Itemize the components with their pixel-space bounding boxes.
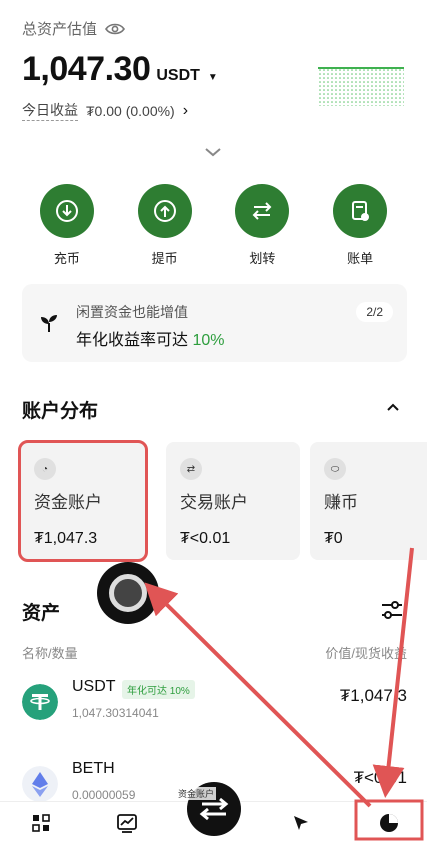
asset-value: ₮<0.01 [353,768,407,787]
deposit-label: 充币 [53,251,80,266]
today-earnings-label: 今日收益 [22,100,78,121]
tab-discover-icon[interactable] [290,812,312,834]
collapse-chevron-icon[interactable] [386,402,400,412]
promo-line1: 闲置资金也能增值 [76,304,188,320]
tab-markets-icon[interactable] [116,812,138,834]
account-value: ₮<0.01 [180,530,231,547]
eye-icon[interactable] [105,22,125,36]
asset-qty: 0.00000059 [72,788,136,802]
asset-symbol: USDT [72,678,116,695]
asset-symbol: BETH [72,760,115,777]
eth-coin-icon [22,766,58,802]
transfer-label: 划转 [249,251,276,266]
promo-highlight: 10% [192,332,225,349]
bill-button[interactable]: 账单 [325,184,395,267]
usdt-coin-icon [22,684,58,720]
account-name: 赚币 [324,493,358,512]
chevron-down-icon[interactable]: ▼ [208,72,218,83]
column-value-pnl: 价值/现货收益 [325,646,407,661]
wallet-icon: ◔ [34,458,56,480]
withdraw-label: 提币 [151,251,178,266]
bill-icon [352,201,370,221]
asset-value: ₮1,047.3 [339,686,407,705]
column-name-qty: 名称/数量 [22,646,78,661]
account-name: 资金账户 [34,493,102,512]
promo-banner[interactable]: 闲置资金也能增值 年化收益率可达 10% 2/2 [22,284,407,362]
total-assets-label: 总资产估值 [22,18,125,39]
balance-value: 1,047.30 [22,50,151,88]
trade-swap-icon [199,797,229,821]
apy-badge: 年化可达 10% [122,680,195,699]
filter-sliders-icon[interactable] [380,600,404,620]
today-earnings[interactable]: 今日收益 ₮0.00 (0.00%) › [22,100,188,121]
transfer-icon [252,202,272,220]
tab-home-icon[interactable] [30,812,52,834]
currency-selector[interactable]: USDT [156,67,200,85]
tab-assets-icon[interactable] [378,812,400,834]
total-assets-label-text: 总资产估值 [22,21,98,38]
account-value: ₮1,047.3 [34,530,98,547]
chevron-right-icon: › [182,101,189,119]
accounts-title: 账户分布 [22,401,99,422]
balance: 1,047.30 USDT ▼ [22,50,218,89]
account-card-trading[interactable]: ⇄ 交易账户 ₮<0.01 [166,442,300,560]
quick-actions: 充币 提币 划转 账单 [0,184,427,267]
sparkline-chart [318,67,404,106]
tooltip-text: 资金账户 [176,787,217,800]
asset-qty: 1,047.30314041 [72,706,159,720]
withdraw-button[interactable]: 提币 [130,184,200,267]
account-value: ₮0 [324,530,343,547]
bill-label: 账单 [347,251,374,266]
deposit-icon [55,200,78,222]
deposit-button[interactable]: 充币 [32,184,102,267]
promo-line2-prefix: 年化收益率可达 [76,332,193,349]
promo-pager: 2/2 [356,302,393,322]
account-card-funding[interactable]: ◔ 资金账户 ₮1,047.3 [18,440,148,562]
expand-chevron-icon[interactable] [204,146,222,158]
transfer-button[interactable]: 划转 [227,184,297,267]
asset-row-usdt[interactable]: USDT 年化可达 10% 1,047.30314041 ₮1,047.3 [0,670,427,744]
account-card-earn[interactable]: ⬭ 赚币 ₮0 [310,442,427,560]
today-earnings-value: ₮0.00 (0.00%) [86,102,175,119]
withdraw-icon [153,200,176,222]
assets-title: 资产 [22,603,61,624]
promo-line2: 年化收益率可达 10% [76,326,224,350]
touch-cursor-indicator [97,562,159,624]
swap-icon: ⇄ [180,458,202,480]
sprout-icon [41,315,57,332]
account-name: 交易账户 [180,493,248,512]
earn-icon: ⬭ [324,458,346,480]
